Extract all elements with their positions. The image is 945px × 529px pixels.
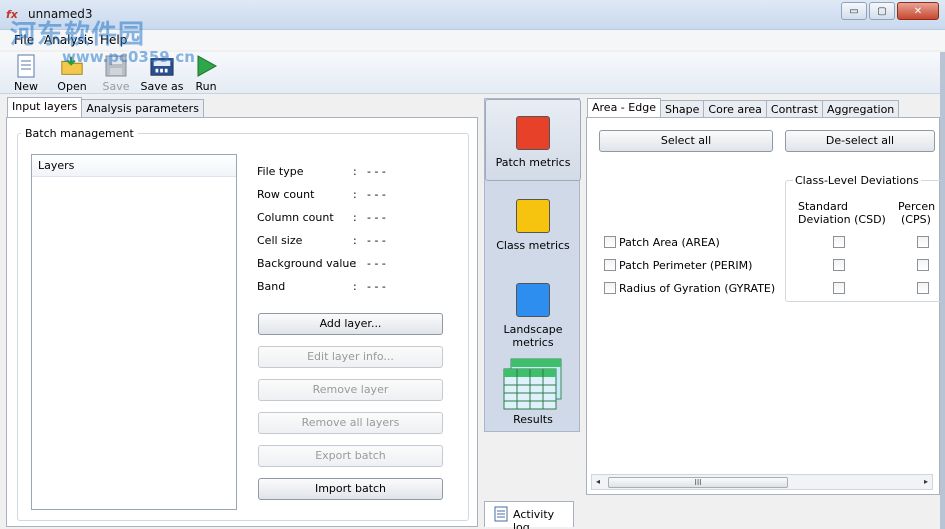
tab-aggregation[interactable]: Aggregation	[821, 100, 900, 118]
run-label: Run	[195, 80, 217, 93]
gyrate-checkbox[interactable]	[604, 282, 616, 294]
landscape-metrics-label: Landscape metrics	[503, 323, 563, 349]
csd-header-line2: Deviation (CSD)	[798, 213, 886, 226]
left-tab-strip: Input layers Analysis parameters	[7, 97, 204, 117]
area-csd-checkbox[interactable]	[833, 236, 845, 248]
gyrate-csd-checkbox[interactable]	[833, 282, 845, 294]
tab-shape[interactable]: Shape	[659, 100, 705, 118]
window-frame-right	[940, 52, 945, 529]
area-edge-panel: Select all De-select all Class-Level Dev…	[586, 117, 945, 495]
export-batch-button[interactable]: Export batch	[258, 445, 443, 467]
deselect-all-button[interactable]: De-select all	[785, 130, 935, 152]
perim-checkbox[interactable]	[604, 259, 616, 271]
area-checkbox[interactable]	[604, 236, 616, 248]
patch-metrics-icon	[516, 116, 550, 150]
batch-management-label: Batch management	[21, 127, 138, 140]
save-label: Save	[102, 80, 130, 93]
activity-log-tab[interactable]: Activity log	[484, 501, 574, 529]
open-label: Open	[57, 80, 87, 93]
watermark-url: www.pc0359.cn	[62, 48, 195, 66]
area-label: Patch Area (AREA)	[619, 236, 720, 249]
class-level-deviations-label: Class-Level Deviations	[793, 174, 921, 187]
tab-area-edge[interactable]: Area - Edge	[587, 98, 661, 118]
tab-analysis-parameters[interactable]: Analysis parameters	[81, 99, 204, 117]
edit-layer-info-button[interactable]: Edit layer info...	[258, 346, 443, 368]
remove-layer-button[interactable]: Remove layer	[258, 379, 443, 401]
maximize-button[interactable]: ▢	[869, 2, 895, 20]
new-button[interactable]: New	[4, 54, 48, 93]
tab-contrast[interactable]: Contrast	[765, 100, 823, 118]
horizontal-scrollbar[interactable]: ◂ III ▸	[591, 474, 933, 490]
scroll-left-arrow[interactable]: ◂	[596, 477, 600, 486]
gyrate-cps-checkbox[interactable]	[917, 282, 929, 294]
class-metrics-label: Class metrics	[496, 239, 570, 252]
landscape-metrics-icon	[516, 283, 550, 317]
tab-input-layers[interactable]: Input layers	[7, 97, 83, 117]
layers-list[interactable]: Layers	[31, 154, 237, 510]
layers-list-header: Layers	[32, 155, 236, 177]
new-label: New	[14, 80, 38, 93]
metrics-navigation: Patch metrics Class metrics Landscape me…	[484, 98, 581, 433]
nav-class-metrics[interactable]: Class metrics	[485, 183, 581, 265]
class-metrics-icon	[516, 199, 550, 233]
gyrate-label: Radius of Gyration (GYRATE)	[619, 282, 776, 295]
input-layers-panel: Batch management Layers File type: - - - …	[6, 117, 478, 527]
remove-all-layers-button[interactable]: Remove all layers	[258, 412, 443, 434]
tab-core-area[interactable]: Core area	[703, 100, 767, 118]
run-arrow-icon	[194, 54, 218, 78]
perim-csd-checkbox[interactable]	[833, 259, 845, 271]
scroll-thumb[interactable]: III	[608, 477, 788, 488]
right-tab-strip: Area - Edge Shape Core area Contrast Agg…	[587, 98, 900, 118]
import-batch-button[interactable]: Import batch	[258, 478, 443, 500]
perim-cps-checkbox[interactable]	[917, 259, 929, 271]
new-document-icon	[14, 54, 38, 78]
patch-metrics-label: Patch metrics	[495, 156, 571, 169]
nav-results[interactable]: Results	[485, 353, 581, 433]
cps-header-line2: (CPS)	[901, 213, 931, 226]
area-cps-checkbox[interactable]	[917, 236, 929, 248]
cps-header-line1: Percen	[898, 200, 936, 213]
nav-patch-metrics[interactable]: Patch metrics	[485, 99, 581, 181]
select-all-button[interactable]: Select all	[599, 130, 773, 152]
log-document-icon	[494, 506, 508, 525]
minimize-button[interactable]: ▭	[841, 2, 867, 20]
results-label: Results	[513, 413, 553, 426]
window-controls: ▭ ▢ ✕	[841, 2, 939, 20]
results-table-icon	[503, 357, 563, 411]
scroll-right-arrow[interactable]: ▸	[924, 477, 928, 486]
save-as-label: Save as	[140, 80, 184, 93]
csd-header-line1: Standard	[798, 200, 849, 213]
activity-log-label: Activity log	[513, 508, 555, 529]
add-layer-button[interactable]: Add layer...	[258, 313, 443, 335]
perim-label: Patch Perimeter (PERIM)	[619, 259, 753, 272]
watermark-text: 河东软件园	[10, 20, 146, 50]
nav-landscape-metrics[interactable]: Landscape metrics	[485, 267, 581, 349]
close-button[interactable]: ✕	[897, 2, 939, 20]
